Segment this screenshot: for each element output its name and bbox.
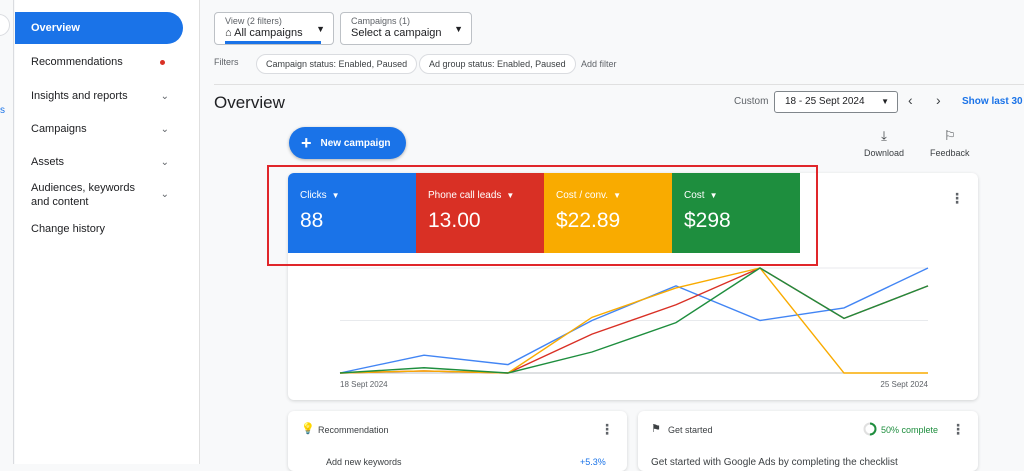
sidebar-item-change-history[interactable]: Change history: [15, 222, 195, 236]
new-campaign-button[interactable]: + New campaign: [289, 127, 406, 159]
sidebar-item-recommendations[interactable]: Recommendations: [15, 55, 195, 69]
chevron-down-icon: ⌄: [160, 123, 169, 135]
recommendation-badge: +5.3%: [580, 457, 606, 467]
divider: [214, 84, 1024, 85]
download-label: Download: [864, 148, 905, 158]
view-selector-label: View (2 filters): [225, 16, 282, 26]
campaign-selector[interactable]: Campaigns (1) Select a campaign ▼: [340, 12, 472, 45]
get-started-card: ⚑ Get started 50% complete ⋮ Get started…: [638, 411, 978, 471]
sidebar-item-label: Overview: [31, 22, 80, 34]
feedback-label: Feedback: [930, 148, 970, 158]
sidebar-item-label: Change history: [31, 223, 105, 235]
rail-label: s: [0, 105, 5, 116]
sidebar-item-label: Audiences, keywords and content: [31, 182, 135, 208]
sidebar-item-campaigns[interactable]: Campaigns ⌄: [15, 122, 195, 136]
more-options-icon[interactable]: ⋮: [951, 421, 965, 438]
recommendation-card: 💡 Recommendation ⋮ Add new keywords +5.3…: [288, 411, 627, 471]
download-button[interactable]: ⤓ Download: [864, 128, 904, 158]
notification-dot: [160, 59, 165, 65]
more-options-icon[interactable]: ⋮: [600, 421, 614, 438]
date-range-picker[interactable]: 18 - 25 Sept 2024 ▼: [774, 91, 898, 113]
sidebar-item-insights[interactable]: Insights and reports ⌄: [15, 89, 195, 103]
feedback-button[interactable]: ⚐ Feedback: [930, 128, 970, 158]
show-last-link[interactable]: Show last 30 d: [962, 96, 1024, 107]
rail-button[interactable]: [0, 14, 10, 36]
x-tick-label: 18 Sept 2024: [340, 380, 388, 389]
filter-chip-campaign-status[interactable]: Campaign status: Enabled, Paused: [256, 54, 418, 74]
sidebar-item-overview[interactable]: Overview: [15, 12, 183, 44]
campaign-selector-label: Campaigns (1): [351, 16, 411, 26]
home-icon: ⌂: [225, 27, 232, 39]
caret-down-icon: ▼: [881, 97, 889, 106]
chevron-down-icon: ⌄: [160, 156, 169, 168]
download-icon: ⤓: [881, 128, 887, 143]
filter-chip-ad-group-status[interactable]: Ad group status: Enabled, Paused: [419, 54, 576, 74]
page-title: Overview: [214, 93, 285, 112]
filters-label: Filters: [214, 57, 239, 67]
date-range-value: 18 - 25 Sept 2024: [785, 96, 865, 107]
campaign-selector-value: Select a campaign: [351, 27, 442, 39]
get-started-title: Get started: [668, 425, 713, 435]
x-tick-label: 25 Sept 2024: [880, 380, 928, 389]
new-campaign-label: New campaign: [320, 137, 391, 149]
view-selector-value-row: ⌂ All campaigns: [225, 27, 323, 39]
lightbulb-icon: 💡: [301, 423, 315, 435]
progress-ring: [863, 422, 877, 436]
sidebar-item-label: Recommendations: [31, 56, 123, 68]
sidebar-item-label: Assets: [31, 156, 65, 168]
feedback-icon: ⚐: [943, 128, 956, 143]
chevron-left-icon[interactable]: ‹: [908, 92, 913, 108]
get-started-subtitle: Get started with Google Ads by completin…: [651, 457, 898, 468]
date-range-type: Custom: [734, 96, 769, 107]
main-content: View (2 filters) ⌂ All campaigns ▼ Campa…: [201, 0, 1024, 471]
view-selector[interactable]: View (2 filters) ⌂ All campaigns ▼: [214, 12, 334, 45]
caret-down-icon: ▼: [316, 24, 325, 34]
progress-label: 50% complete: [881, 425, 939, 435]
chevron-right-icon[interactable]: ›: [936, 92, 941, 108]
chevron-down-icon: ⌄: [160, 90, 169, 102]
sidebar: Overview Recommendations Insights and re…: [15, 0, 200, 464]
left-rail: s: [0, 0, 14, 464]
add-filter-link[interactable]: Add filter: [581, 59, 617, 69]
view-selector-value: All campaigns: [234, 27, 303, 39]
sidebar-item-assets[interactable]: Assets ⌄: [15, 155, 195, 169]
sidebar-item-audiences[interactable]: Audiences, keywords and content ⌄: [15, 181, 195, 209]
view-selector-underline: [225, 41, 321, 44]
recommendation-item[interactable]: Add new keywords: [326, 457, 402, 467]
flag-icon: ⚑: [651, 423, 661, 435]
recommendation-card-title: Recommendation: [318, 425, 389, 435]
caret-down-icon: ▼: [454, 24, 463, 34]
sidebar-item-label: Campaigns: [31, 123, 87, 135]
chevron-down-icon: ⌄: [160, 189, 169, 200]
highlight-box: [267, 165, 818, 266]
plus-icon: +: [301, 133, 312, 153]
sidebar-item-label: Insights and reports: [31, 90, 128, 102]
